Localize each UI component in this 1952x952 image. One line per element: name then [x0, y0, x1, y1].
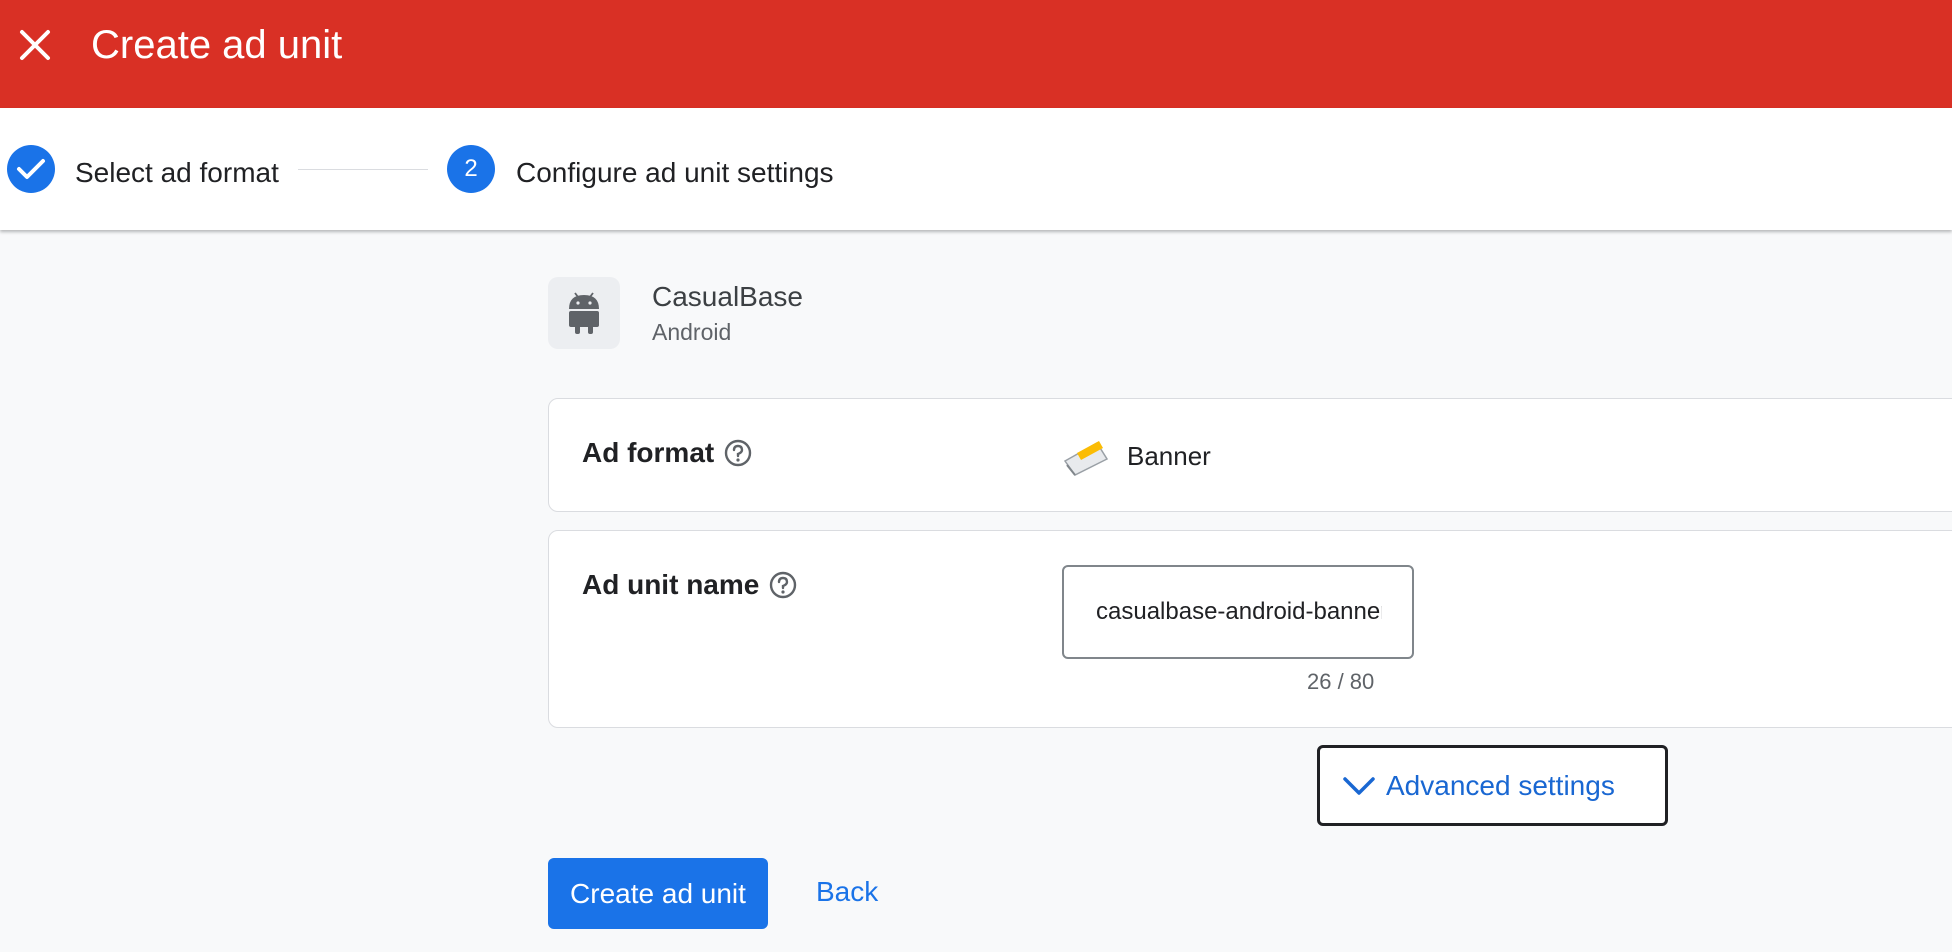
app-name: CasualBase: [652, 281, 803, 312]
step-1-label[interactable]: Select ad format: [75, 156, 279, 190]
char-count: 26 / 80: [1307, 669, 1375, 694]
ad-unit-name-card: Ad unit name 26 / 80: [548, 530, 1952, 728]
android-icon: [548, 277, 620, 349]
ad-format-label: Ad format: [582, 437, 715, 468]
step-completed-check-icon: [7, 145, 55, 193]
help-icon[interactable]: [724, 439, 752, 467]
app-platform: Android: [652, 319, 732, 345]
ad-unit-name-input[interactable]: [1062, 565, 1414, 659]
ad-unit-name-label: Ad unit name: [582, 569, 760, 600]
ad-unit-name-label-row: Ad unit name: [582, 569, 797, 601]
page-title: Create ad unit: [91, 23, 343, 67]
step-2-number: 2: [447, 145, 495, 193]
step-connector: [298, 169, 428, 170]
create-ad-unit-button[interactable]: Create ad unit: [548, 858, 768, 929]
help-icon[interactable]: [769, 571, 797, 599]
ad-format-label-row: Ad format: [582, 437, 752, 469]
back-button[interactable]: Back: [816, 876, 878, 908]
advanced-settings-label: Advanced settings: [1386, 769, 1615, 801]
stepper: Select ad format 2 Configure ad unit set…: [0, 108, 1952, 230]
close-icon[interactable]: [14, 24, 56, 66]
step-2-label: Configure ad unit settings: [516, 157, 834, 188]
advanced-settings-button[interactable]: Advanced settings: [1317, 745, 1668, 826]
top-bar: Create ad unit: [0, 0, 1952, 108]
ad-format-card: Ad format Banner: [548, 398, 1952, 512]
chevron-down-icon: [1342, 774, 1376, 798]
banner-icon: [1061, 435, 1111, 477]
ad-format-value: Banner: [1127, 441, 1211, 471]
